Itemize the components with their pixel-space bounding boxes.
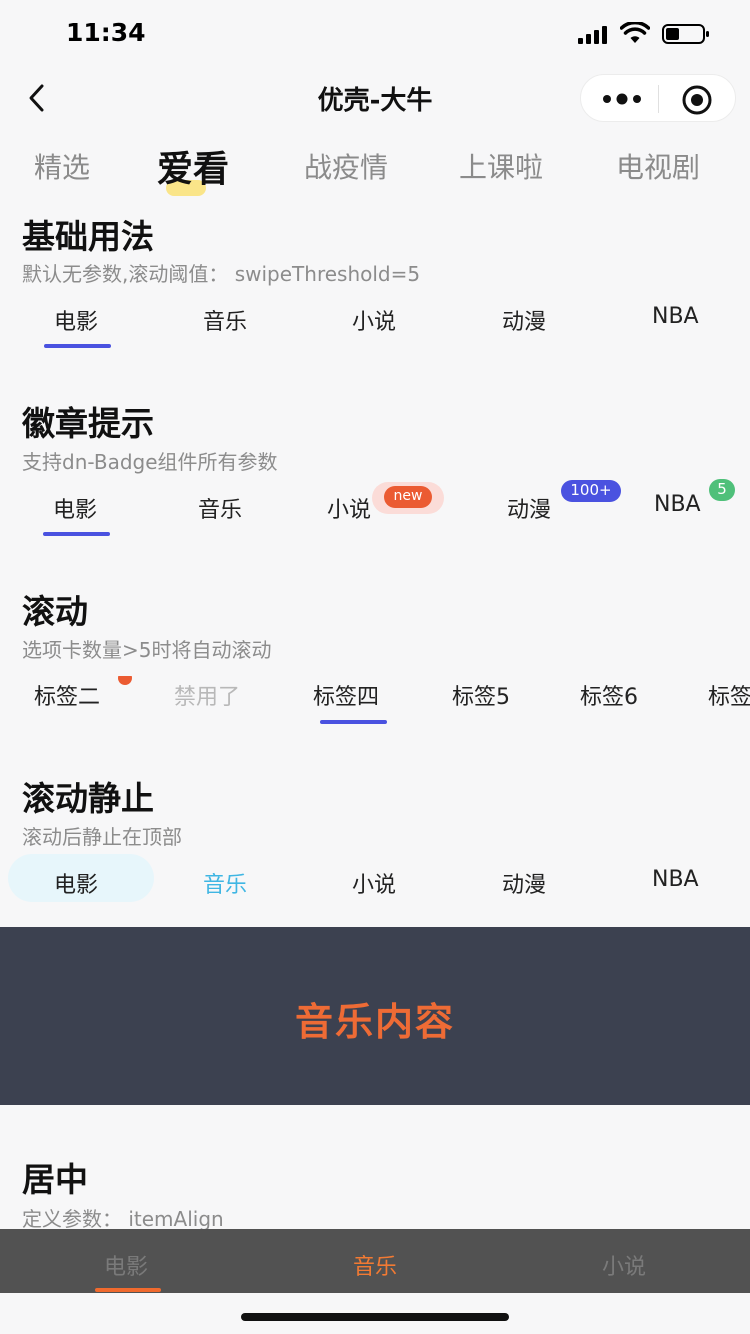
section-title-sticky: 滚动静止: [22, 779, 154, 818]
tab-nba[interactable]: NBA: [654, 492, 701, 517]
tab-indicator: [43, 532, 110, 536]
top-tab-epidemic[interactable]: 战疫情: [304, 146, 388, 186]
tab-content-text: 音乐内容: [294, 1000, 455, 1044]
status-time: 11:34: [66, 18, 146, 47]
battery-icon: [662, 24, 709, 44]
tab-nba[interactable]: NBA: [652, 867, 699, 892]
tab-movie[interactable]: 电影: [53, 492, 97, 524]
tab-row-sticky: 电影 音乐 小说 动漫 NBA: [0, 862, 750, 922]
tab-novel[interactable]: 小说: [352, 867, 396, 899]
tab-label-7[interactable]: 标签7: [708, 679, 750, 711]
tab-label-4[interactable]: 标签四: [313, 679, 379, 711]
top-tab-class[interactable]: 上课啦: [459, 146, 543, 186]
tab-label-2[interactable]: 标签二: [34, 679, 100, 711]
wifi-icon: [620, 22, 650, 43]
section-title-center: 居中: [22, 1160, 88, 1199]
section-title-badge: 徽章提示: [22, 404, 154, 443]
tab-content-panel: 音乐内容: [0, 927, 750, 1105]
section-desc-badge: 支持dn-Badge组件所有参数: [22, 450, 278, 474]
more-icon[interactable]: [599, 85, 645, 113]
close-miniprogram-icon[interactable]: [681, 84, 713, 116]
tab-label-5[interactable]: 标签5: [452, 679, 510, 711]
tab-novel[interactable]: 小说: [352, 304, 396, 336]
top-tab-featured[interactable]: 精选: [34, 146, 90, 186]
section-title-basic: 基础用法: [22, 217, 154, 256]
miniprogram-capsule: [580, 74, 736, 122]
section-desc-basic: 默认无参数,滚动阈值： swipeThreshold=5: [22, 262, 421, 286]
bottom-tab-novel[interactable]: 小说: [602, 1249, 646, 1281]
tab-anime[interactable]: 动漫: [507, 492, 551, 524]
tab-indicator: [320, 720, 387, 724]
tab-music[interactable]: 音乐: [198, 492, 242, 524]
bottom-tab-music[interactable]: 音乐: [353, 1249, 397, 1281]
tab-row-basic: 电影 音乐 小说 动漫 NBA: [0, 300, 750, 360]
section-desc-scroll: 选项卡数量>5时将自动滚动: [22, 638, 272, 662]
badge-nba: 5: [709, 479, 735, 501]
tab-row-scroll[interactable]: 标签二 禁用了 标签四 标签5 标签6 标签7: [0, 676, 750, 736]
cellular-signal-icon: [578, 26, 607, 44]
top-tab-favorite[interactable]: 爱看: [157, 140, 229, 192]
section-title-scroll: 滚动: [22, 592, 88, 631]
tab-movie[interactable]: 电影: [54, 867, 98, 899]
top-tab-bar: 精选 爱看 战疫情 上课啦 电视剧: [0, 140, 750, 200]
tab-movie[interactable]: 电影: [54, 304, 98, 336]
tab-novel[interactable]: 小说: [327, 492, 371, 524]
home-indicator[interactable]: [241, 1313, 509, 1321]
status-bar: 11:34: [0, 0, 750, 70]
nav-bar: 优壳-大牛: [0, 70, 750, 128]
badge-count: 100+: [561, 480, 621, 502]
capsule-divider: [658, 85, 659, 113]
tab-music[interactable]: 音乐: [203, 867, 247, 899]
tab-music[interactable]: 音乐: [203, 304, 247, 336]
tab-disabled: 禁用了: [174, 685, 241, 710]
tab-anime[interactable]: 动漫: [502, 867, 546, 899]
tab-row-badge: 电影 音乐 小说 new 动漫 100+ NBA 5: [0, 478, 750, 538]
tab-nba[interactable]: NBA: [652, 304, 699, 329]
section-desc-center: 定义参数： itemAlign: [22, 1207, 224, 1231]
section-desc-sticky: 滚动后静止在顶部: [22, 825, 182, 849]
bottom-tab-indicator: [95, 1288, 161, 1292]
bottom-tab-bar: 电影 音乐 小说: [0, 1229, 750, 1293]
badge-new: new: [384, 486, 432, 508]
tab-anime[interactable]: 动漫: [502, 304, 546, 336]
badge-dot: [118, 676, 132, 685]
tab-label-6[interactable]: 标签6: [580, 679, 638, 711]
bottom-tab-movie[interactable]: 电影: [104, 1249, 148, 1281]
top-tab-tv[interactable]: 电视剧: [616, 146, 700, 186]
tab-indicator: [44, 344, 111, 348]
